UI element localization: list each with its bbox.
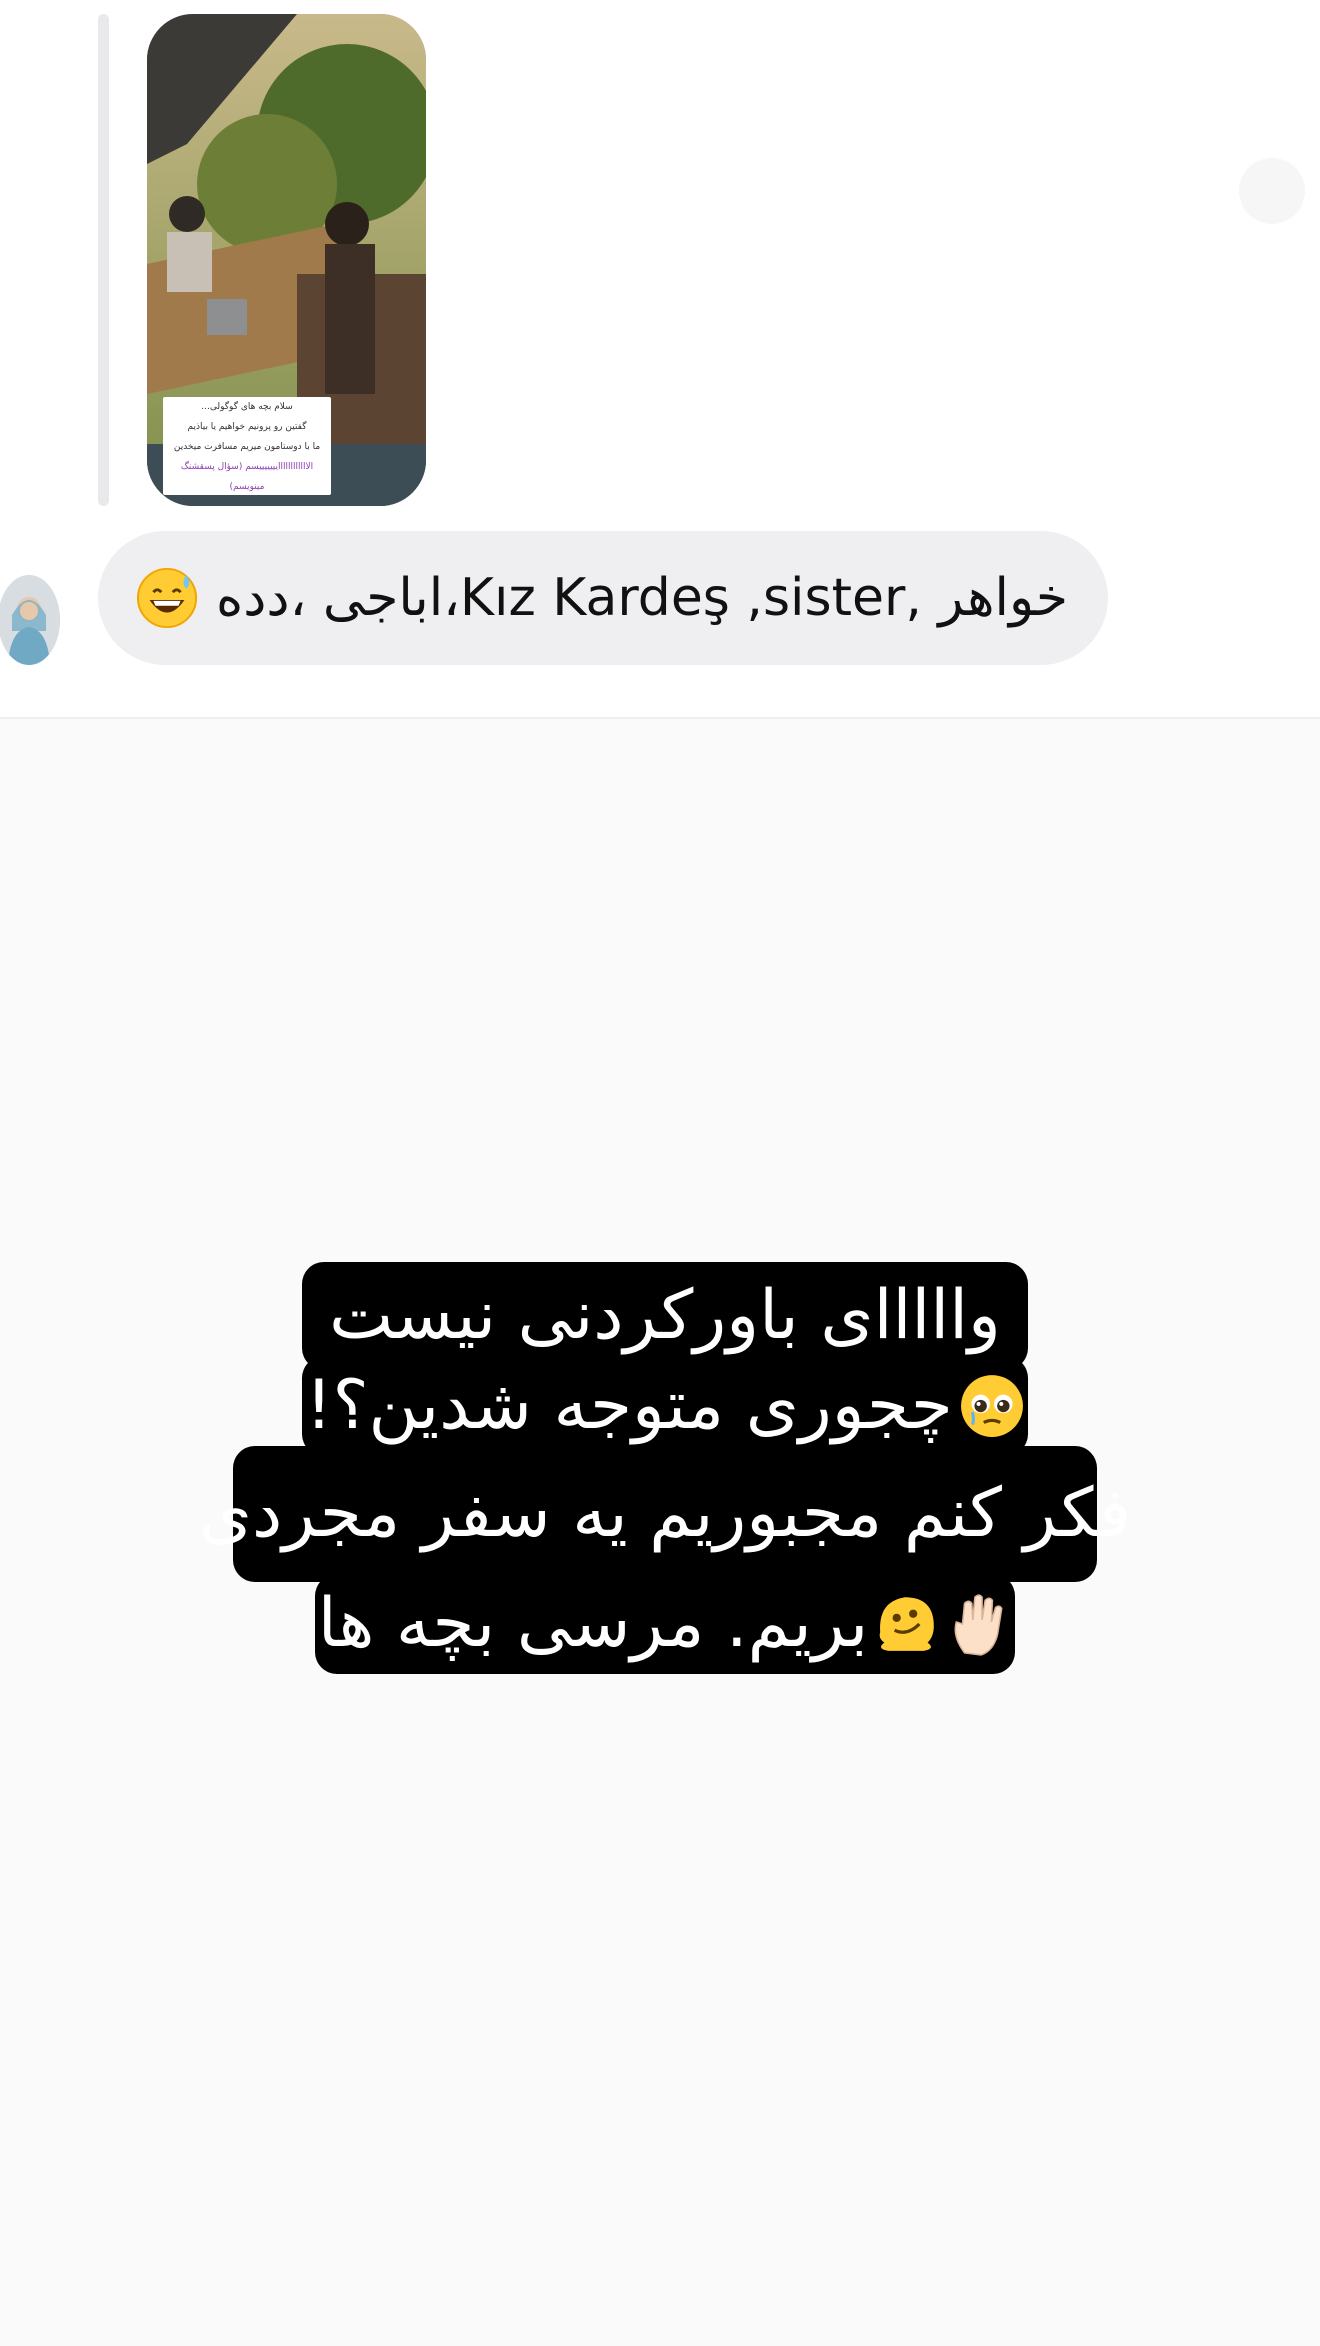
story-text-line: چجوری متوجه شدین؟! [302,1356,1028,1456]
caption-line: ما با دوستامون میریم مسافرت میخدین [173,442,321,452]
story-text-line: بریم. مرسی بچه ها [315,1574,1015,1674]
caption-line: الاااااااااااایییییییسم (سؤال پسقشنگ مین… [180,462,314,492]
message-text: خواهر ,Kız Kardeş ,sister،اباجی ،دده [216,568,1068,628]
caption-line: گفتین رو پرونیم خواهیم یا بیاذیم [187,422,307,432]
grinning-sweat-emoji-icon [136,567,198,629]
melting-face-emoji-icon [879,1597,935,1651]
story-text-line-2: چجوری متوجه شدین؟! [305,1366,953,1445]
divider [0,717,1320,719]
pleading-face-emoji-icon [960,1375,1023,1437]
story-text-line: وااااای باورکردنی نیست [302,1262,1028,1370]
caption-line: سلام بچه های گوگولی... [201,402,293,412]
story-thumbnail[interactable]: سلام بچه های گوگولی... گفتین رو پرونیم خ… [147,14,426,506]
story-text-line-1: وااااای باورکردنی نیست [329,1276,1001,1355]
avatar[interactable] [0,575,60,665]
story-text-line-4: بریم. مرسی بچه ها [317,1584,869,1663]
story-caption: سلام بچه های گوگولی... گفتین رو پرونیم خ… [163,397,331,495]
story-text-line: فکر کنم مجبوریم یه سفر مجردی [199,1446,1131,1582]
faded-reaction-icon [1239,158,1305,224]
message-bubble[interactable]: خواهر ,Kız Kardeş ,sister،اباجی ،دده [98,531,1108,665]
reply-indicator-bar [98,14,109,506]
raised-hand-emoji-icon [954,1594,1003,1656]
story-text-line-3: فکر کنم مجبوریم یه سفر مجردی [198,1474,1132,1553]
